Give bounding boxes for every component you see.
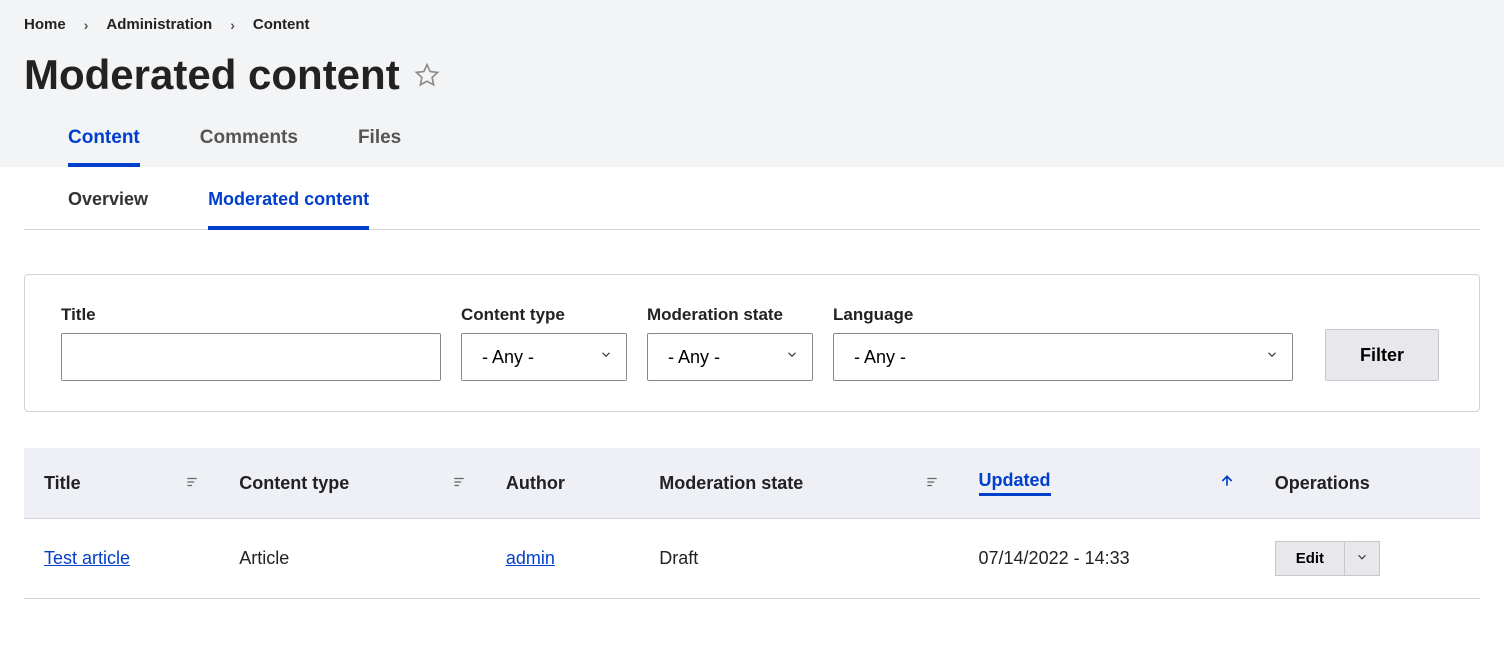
th-author-label: Author — [506, 473, 565, 493]
chevron-right-icon: › — [230, 17, 235, 33]
arrow-up-icon — [1219, 473, 1235, 494]
filter-button[interactable]: Filter — [1325, 329, 1439, 381]
sort-icon — [925, 473, 939, 494]
moderation-state-select[interactable]: - Any - — [647, 333, 813, 381]
th-author: Author — [486, 448, 639, 519]
content-table: Title Content type Author Moderation sta… — [24, 448, 1480, 599]
chevron-down-icon — [1355, 550, 1369, 567]
label-content-type: Content type — [461, 305, 627, 325]
th-title-label: Title — [44, 473, 81, 494]
sort-icon — [185, 473, 199, 494]
label-title: Title — [61, 305, 441, 325]
sort-icon — [452, 473, 466, 494]
page-title: Moderated content — [24, 51, 400, 99]
breadcrumb-home[interactable]: Home — [24, 16, 66, 33]
th-moderation-state-label: Moderation state — [659, 473, 803, 494]
edit-dropdown-button[interactable] — [1345, 541, 1380, 576]
th-updated[interactable]: Updated — [959, 448, 1255, 519]
th-moderation-state[interactable]: Moderation state — [639, 448, 958, 519]
th-updated-label: Updated — [979, 470, 1051, 496]
th-title[interactable]: Title — [24, 448, 219, 519]
th-operations: Operations — [1255, 448, 1480, 519]
tabs-primary: Content Comments Files — [24, 119, 1480, 167]
row-updated: 07/14/2022 - 14:33 — [959, 519, 1255, 599]
th-content-type-label: Content type — [239, 473, 349, 494]
tab-overview[interactable]: Overview — [68, 167, 148, 229]
label-moderation-state: Moderation state — [647, 305, 813, 325]
edit-button[interactable]: Edit — [1275, 541, 1345, 576]
tabs-secondary: Overview Moderated content — [24, 167, 1480, 230]
breadcrumb-content[interactable]: Content — [253, 16, 310, 33]
star-icon[interactable] — [414, 62, 440, 88]
th-operations-label: Operations — [1275, 473, 1370, 493]
title-input[interactable] — [61, 333, 441, 381]
row-content-type: Article — [219, 519, 486, 599]
tab-files[interactable]: Files — [358, 119, 401, 167]
content-type-select[interactable]: - Any - — [461, 333, 627, 381]
language-select[interactable]: - Any - — [833, 333, 1293, 381]
tab-content[interactable]: Content — [68, 119, 140, 167]
tab-moderated-content[interactable]: Moderated content — [208, 167, 369, 230]
row-title-link[interactable]: Test article — [44, 548, 130, 568]
chevron-right-icon: › — [84, 17, 89, 33]
row-moderation-state: Draft — [639, 519, 958, 599]
table-row: Test article Article admin Draft 07/14/2… — [24, 519, 1480, 599]
row-author-link[interactable]: admin — [506, 548, 555, 568]
breadcrumb-administration[interactable]: Administration — [106, 16, 212, 33]
breadcrumb: Home › Administration › Content — [24, 16, 1480, 41]
filter-box: Title Content type - Any - Moderation st… — [24, 274, 1480, 412]
th-content-type[interactable]: Content type — [219, 448, 486, 519]
label-language: Language — [833, 305, 1293, 325]
tab-comments[interactable]: Comments — [200, 119, 298, 167]
